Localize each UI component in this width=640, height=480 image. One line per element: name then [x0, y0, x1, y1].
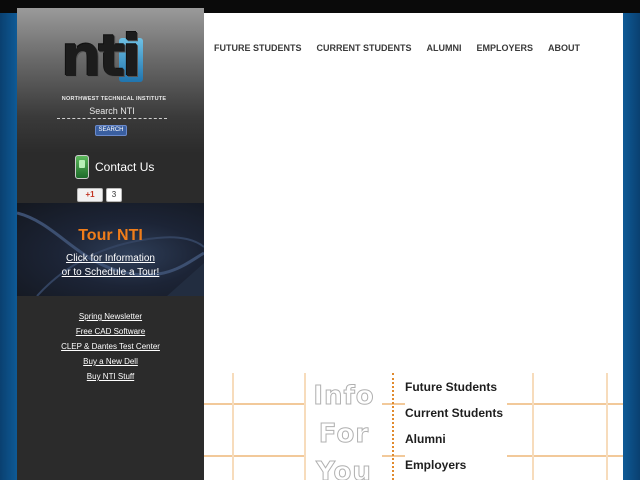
top-navigation: FUTURE STUDENTS CURRENT STUDENTS ALUMNI … — [214, 43, 595, 53]
sidebar-link-free-cad-software[interactable]: Free CAD Software — [17, 324, 204, 339]
search-button[interactable]: SEARCH — [95, 125, 127, 136]
sidebar-link-buy-dell[interactable]: Buy a New Dell — [17, 354, 204, 369]
search-input[interactable] — [57, 118, 167, 119]
info-link-future-students[interactable]: Future Students — [405, 379, 508, 405]
tour-info-link[interactable]: Click for Information — [17, 253, 204, 264]
nav-future-students[interactable]: FUTURE STUDENTS — [214, 43, 302, 53]
info-for-you-graphic: Info For You — [306, 373, 382, 480]
logo-subtitle: NORTHWEST TECHNICAL INSTITUTE — [61, 96, 167, 102]
contact-us-link[interactable]: Contact Us — [75, 154, 154, 180]
google-plus-count: 3 — [106, 188, 122, 202]
tour-banner[interactable]: Tour NTI Click for Information or to Sch… — [17, 203, 204, 296]
grid-line — [232, 373, 234, 480]
page-background-left — [0, 13, 17, 480]
phone-icon — [75, 155, 89, 179]
grid-line — [606, 373, 608, 480]
contact-us-label: Contact Us — [95, 160, 155, 174]
sidebar-link-clep-dantes[interactable]: CLEP & Dantes Test Center — [17, 339, 204, 354]
info-link-alumni[interactable]: Alumni — [405, 431, 508, 457]
divider — [392, 373, 394, 480]
google-plus-widget: +1 3 — [77, 188, 122, 202]
info-word: You — [316, 457, 372, 480]
info-links: Future Students Current Students Alumni … — [405, 379, 508, 480]
tour-background-graphic — [17, 211, 204, 296]
grid-line — [532, 373, 534, 480]
info-link-current-students[interactable]: Current Students — [405, 405, 508, 431]
sidebar: nti NORTHWEST TECHNICAL INSTITUTE Search… — [17, 8, 204, 480]
sidebar-header: nti NORTHWEST TECHNICAL INSTITUTE Search… — [17, 8, 204, 153]
search-label: Search NTI — [89, 106, 135, 116]
tour-title: Tour NTI — [78, 227, 143, 244]
nav-alumni[interactable]: ALUMNI — [427, 43, 462, 53]
info-word: For — [318, 419, 370, 450]
google-plus-button[interactable]: +1 — [77, 188, 103, 202]
info-for-you-section: Info For You Future Students Current Stu… — [204, 373, 623, 480]
tour-schedule-link[interactable]: or to Schedule a Tour! — [17, 267, 204, 278]
info-link-employers[interactable]: Employers — [405, 457, 508, 480]
site-logo[interactable]: nti NORTHWEST TECHNICAL INSTITUTE — [57, 22, 169, 102]
nav-employers[interactable]: EMPLOYERS — [477, 43, 534, 53]
logo-text: nti — [61, 22, 142, 90]
main-content: FUTURE STUDENTS CURRENT STUDENTS ALUMNI … — [204, 13, 623, 480]
page-background-right — [623, 13, 640, 480]
sidebar-link-buy-nti-stuff[interactable]: Buy NTI Stuff — [17, 369, 204, 384]
nav-current-students[interactable]: CURRENT STUDENTS — [317, 43, 412, 53]
nav-about[interactable]: ABOUT — [548, 43, 580, 53]
sidebar-link-spring-newsletter[interactable]: Spring Newsletter — [17, 309, 204, 324]
sidebar-links: Spring Newsletter Free CAD Software CLEP… — [17, 309, 204, 384]
info-word: Info — [313, 381, 375, 412]
